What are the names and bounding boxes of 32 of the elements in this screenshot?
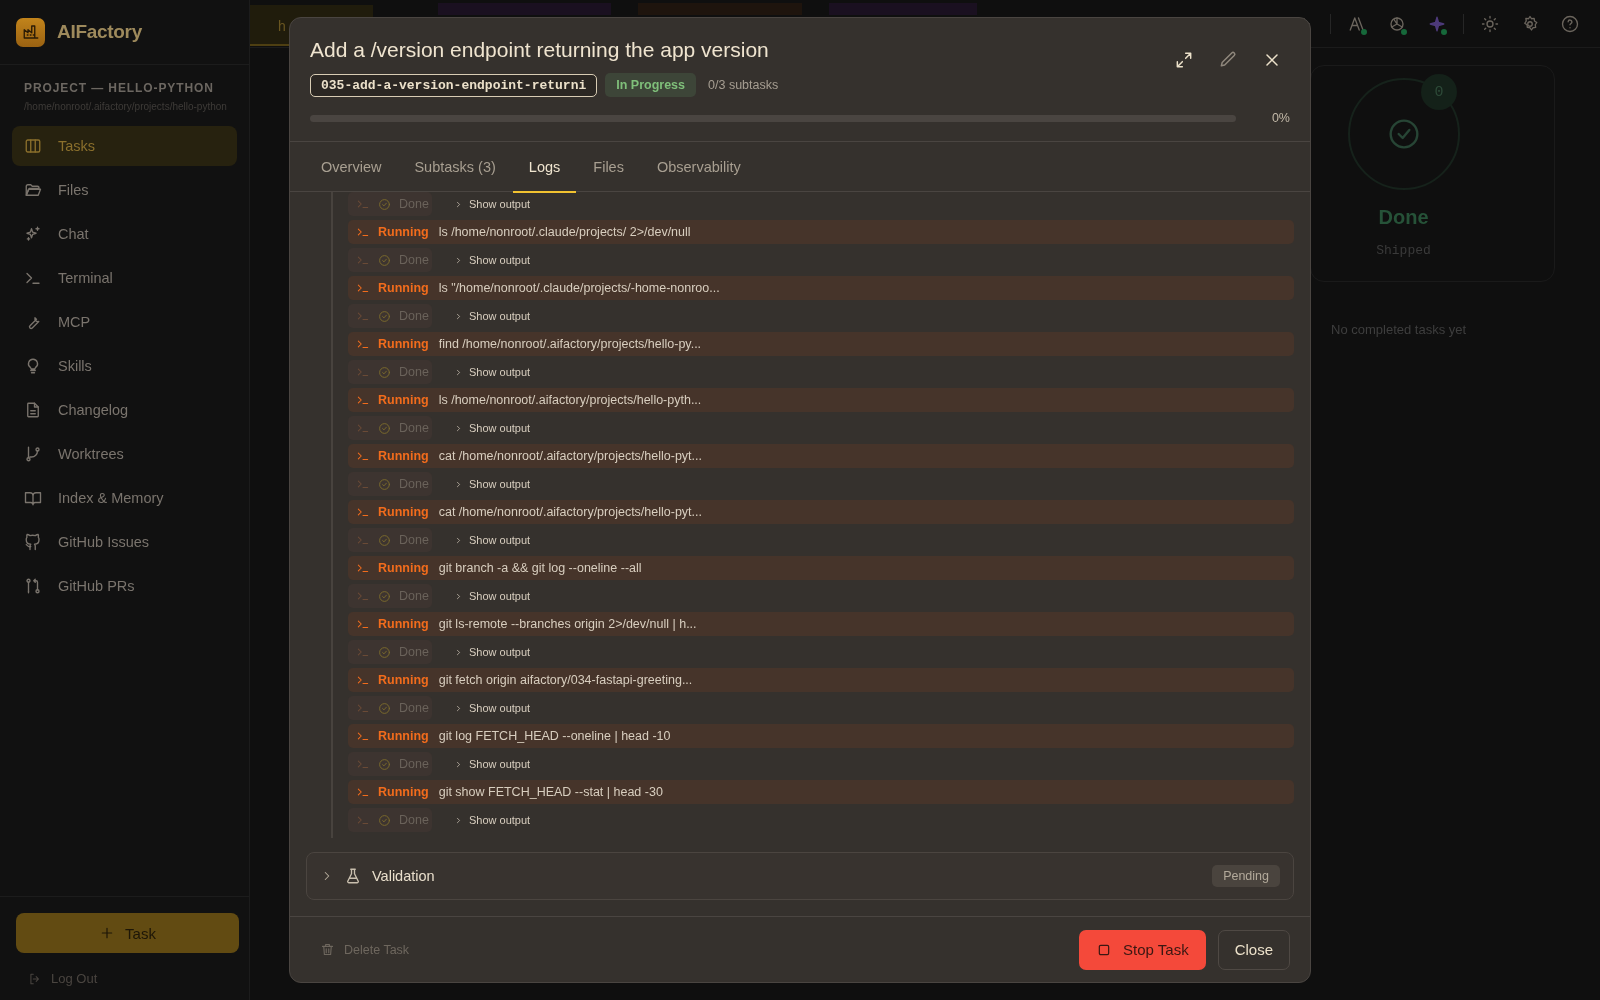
running-label: Running [378,281,429,295]
running-label: Running [378,393,429,407]
command-text: ls /home/nonroot/.claude/projects/ 2>/dev/null [438,225,691,239]
command-text: git fetch origin aifactory/034-fastapi-greeting... [438,673,693,687]
command-text: ls "/home/nonroot/.claude/projects/-home-nonroo... [438,281,720,295]
running-label: Running [378,617,429,631]
running-label: Running [378,337,429,351]
running-label: Running [378,225,429,239]
command-text: git log FETCH_HEAD --oneline | head -10 [438,729,671,743]
command-text: git branch -a && git log --oneline --all [438,561,642,575]
running-label: Running [378,785,429,799]
running-label: Running [378,505,429,519]
project-label: PROJECT — HELLO-PYTHON [24,81,215,95]
command-text: git ls-remote --branches origin 2>/dev/null | h... [438,617,697,631]
running-label: Running [378,561,429,575]
task-title: Add a /version endpoint returning the app version [310,38,769,62]
progress-reading: 0% [1271,111,1290,125]
validation-title: Validation [372,868,435,884]
branch-name: 035-add-a-version-endpoint-returni [310,73,598,97]
command-text: cat /home/nonroot/.aifactory/projects/hello-pyt... [438,449,702,463]
command-text: find /home/nonroot/.aifactory/projects/hello-py... [438,337,702,351]
command-text: cat /home/nonroot/.aifactory/projects/hello-pyt... [438,505,702,519]
validation-status: Pending [1212,865,1280,887]
running-label: Running [378,729,429,743]
command-text: git show FETCH_HEAD --stat | head -30 [438,785,663,799]
status-badge: In Progress [605,73,697,97]
app-name: AIFactory [57,21,142,43]
subtask-count: 0/3 subtasks [708,78,779,92]
running-label: Running [378,673,429,687]
column-title: Done [1378,206,1429,229]
command-text: ls /home/nonroot/.aifactory/projects/hello-pyth... [438,393,702,407]
running-label: Running [378,449,429,463]
